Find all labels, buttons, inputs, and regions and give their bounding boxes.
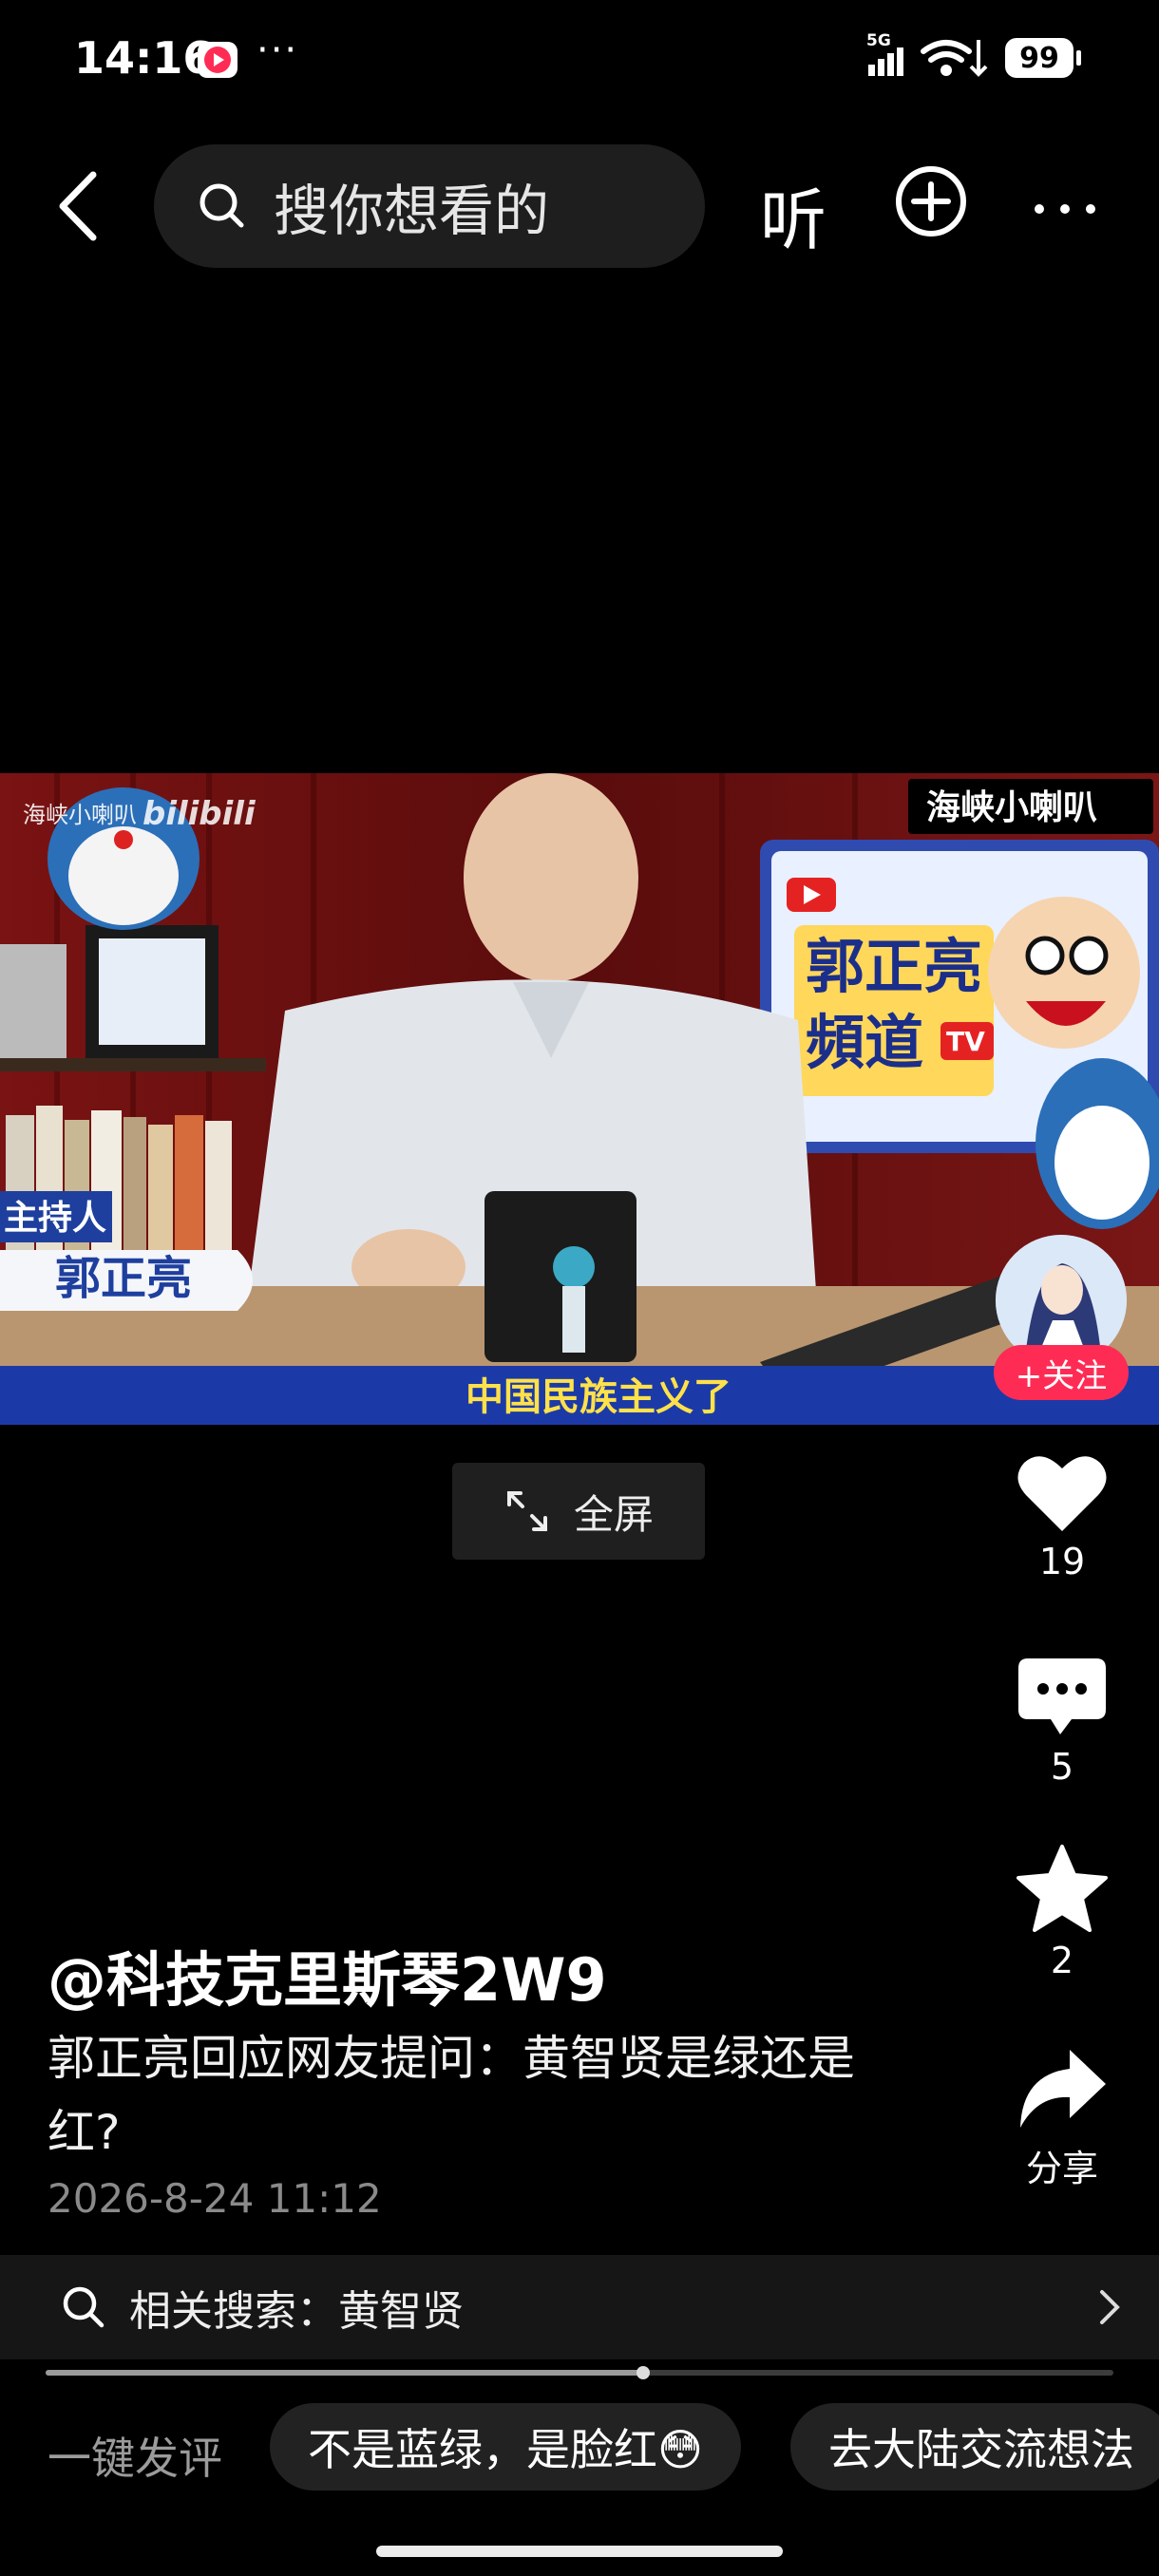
related-search-label: 相关搜索：黄智贤 xyxy=(129,2287,464,2336)
quick-comment-label: 一键发评 xyxy=(48,2433,222,2484)
like-count: 19 xyxy=(1038,1541,1086,1582)
heart-icon xyxy=(1017,1456,1107,1531)
post-caption: 郭正亮回应网友提问：黄智贤是绿还是红? xyxy=(48,2031,855,2160)
search-bar[interactable]: 搜你想看的 xyxy=(154,144,705,268)
playback-progress-handle[interactable] xyxy=(636,2366,651,2379)
home-indicator[interactable] xyxy=(376,2546,783,2557)
plus-circle-icon xyxy=(896,166,966,237)
battery-indicator: 99 xyxy=(1005,38,1081,78)
comment-icon xyxy=(1018,1658,1106,1734)
signal-wifi-icons: 5G xyxy=(864,30,998,87)
share-label: 分享 xyxy=(1025,2148,1098,2189)
bilibili-logo: bilibili xyxy=(142,795,256,833)
chevron-right-icon xyxy=(1100,2290,1120,2324)
more-dots-icon xyxy=(1035,204,1095,214)
playback-progress-fill xyxy=(46,2370,644,2376)
channel-banner-subtitle: 頻道 xyxy=(806,1008,923,1077)
star-icon xyxy=(1016,1845,1108,1932)
follow-button[interactable]: +关注 xyxy=(994,1345,1129,1400)
fullscreen-label: 全屏 xyxy=(573,1490,654,1538)
status-time: 14:16 xyxy=(74,32,214,84)
app-notification-icon xyxy=(198,42,238,78)
video-subtitle: 中国民族主义了 xyxy=(466,1375,732,1419)
playback-progress-bar[interactable] xyxy=(46,2366,1113,2379)
post-date: 2026-8-24 11:12 xyxy=(48,2175,382,2222)
search-icon xyxy=(200,183,244,228)
listen-button[interactable]: 听 xyxy=(760,167,826,263)
quick-comment-chip[interactable]: 去大陆交流想法 xyxy=(790,2403,1159,2491)
search-icon xyxy=(63,2286,104,2328)
status-more-icon: ··· xyxy=(256,28,299,72)
video-frame: 郭正亮 頻道 TV 海峡小喇叭 bilibili 海峡小喇叭 主持人 郭正亮 中… xyxy=(0,773,1159,1425)
host-title: 主持人 xyxy=(4,1199,106,1238)
back-button[interactable] xyxy=(53,169,101,247)
like-button[interactable]: 19 xyxy=(1007,1451,1117,1582)
favorite-button[interactable]: 2 xyxy=(1007,1845,1117,1981)
expand-icon xyxy=(506,1491,547,1531)
comment-button[interactable]: 5 xyxy=(1007,1657,1117,1788)
more-options-button[interactable] xyxy=(1032,201,1098,219)
quick-comment-chip[interactable]: 不是蓝绿，是脸红😳 xyxy=(270,2403,741,2491)
video-watermark: 海峡小喇叭 xyxy=(23,802,137,828)
search-placeholder: 搜你想看的 xyxy=(274,179,550,243)
fullscreen-button[interactable]: 全屏 xyxy=(452,1463,705,1560)
share-arrow-icon xyxy=(1020,2050,1106,2128)
author-name[interactable]: @科技克里斯琴2W9 xyxy=(48,1932,607,2017)
network-type-label: 5G xyxy=(866,31,891,50)
favorite-count: 2 xyxy=(1050,1940,1074,1981)
video-player[interactable]: 郭正亮 頻道 TV 海峡小喇叭 bilibili 海峡小喇叭 主持人 郭正亮 中… xyxy=(0,773,1159,1425)
host-name: 郭正亮 xyxy=(55,1252,192,1305)
add-button[interactable] xyxy=(893,163,969,243)
related-search-bar[interactable]: 相关搜索：黄智贤 xyxy=(0,2255,1159,2359)
channel-banner-title: 郭正亮 xyxy=(806,932,982,1001)
share-button[interactable]: 分享 xyxy=(1007,2046,1117,2191)
channel-banner-tv: TV xyxy=(946,1026,985,1057)
comment-count: 5 xyxy=(1050,1746,1074,1788)
chevron-left-icon xyxy=(59,171,97,241)
video-corner-tag: 海峡小喇叭 xyxy=(926,787,1097,827)
